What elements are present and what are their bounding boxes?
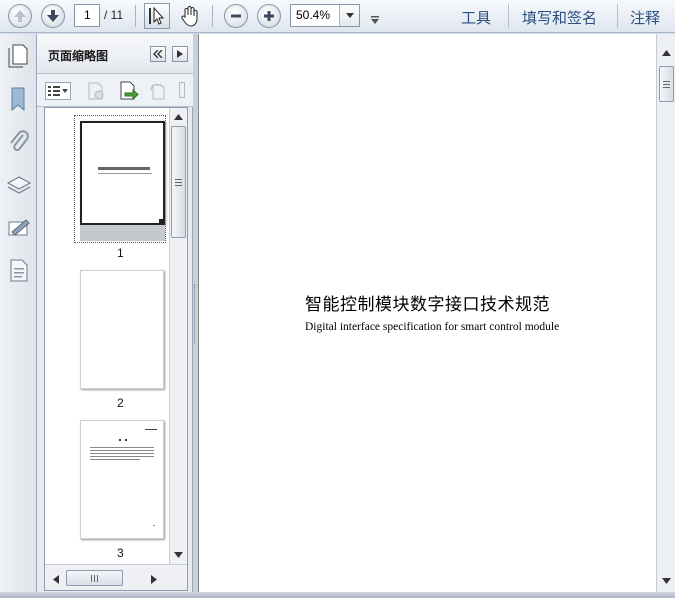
next-page-button[interactable] (41, 4, 65, 28)
rotate-page-icon (150, 84, 165, 100)
scroll-up-icon[interactable] (174, 114, 183, 120)
zoom-in-icon (264, 11, 274, 21)
panel-title: 页面缩略图 (48, 49, 109, 63)
zoom-out-icon (231, 14, 241, 18)
toolbar-divider (135, 5, 136, 27)
page-icon (10, 259, 28, 282)
layers-nav-button[interactable] (6, 172, 32, 198)
thumb-title-line (98, 167, 150, 170)
list-options-icon (48, 86, 68, 96)
zoom-select[interactable]: 50.4% (290, 4, 360, 27)
document-title: 智能控制模块数字接口技术规范 (305, 295, 550, 315)
thumb-dot (119, 439, 121, 441)
thumbnail-label: 1 (117, 246, 124, 260)
thumbnail-page-1[interactable] (80, 121, 165, 225)
more-tools-button[interactable] (179, 82, 185, 98)
select-tool-button[interactable] (144, 3, 170, 29)
top-toolbar: 1 / 11 50.4% 工具 填写和签名 注释 (0, 0, 675, 33)
hand-tool-icon (181, 6, 198, 27)
scroll-right-icon[interactable] (151, 575, 157, 584)
thumbnails-nav-button[interactable] (7, 42, 29, 68)
zoom-value: 50.4% (296, 8, 331, 22)
page-properties-nav-button[interactable] (8, 257, 30, 283)
horizontal-scroll-thumb[interactable] (66, 570, 123, 586)
delete-page-icon (88, 82, 104, 100)
thumbnail-viewport-overlay (80, 225, 165, 241)
comment-button[interactable]: 注释 (630, 7, 660, 28)
document-scroll-thumb[interactable] (659, 66, 674, 102)
toolbar-divider (508, 4, 509, 28)
bookmark-icon (11, 87, 25, 112)
panel-toolbar (37, 74, 193, 107)
toolbar-divider (617, 4, 618, 28)
insert-page-button[interactable] (117, 80, 139, 106)
next-page-icon (47, 10, 59, 22)
thumb-text-line (90, 459, 140, 460)
hand-tool-button[interactable] (178, 4, 202, 28)
collapse-panel-button[interactable] (150, 46, 166, 62)
chevron-right-icon (177, 50, 183, 58)
bookmarks-nav-button[interactable] (8, 86, 28, 112)
thumb-dot (125, 439, 127, 441)
scroll-down-icon[interactable] (174, 552, 183, 558)
insert-page-icon (120, 81, 139, 101)
attachment-icon (10, 130, 29, 151)
document-vertical-scrollbar[interactable] (656, 34, 675, 592)
tools-button[interactable]: 工具 (461, 7, 491, 28)
chevron-down-icon[interactable] (339, 5, 359, 26)
signatures-nav-button[interactable] (6, 216, 32, 240)
thumb-subtitle-line (98, 173, 152, 174)
layers-icon (6, 176, 32, 194)
page-number-input[interactable]: 1 (74, 4, 100, 27)
thumb-text-line (90, 447, 154, 448)
thumbnail-page-3[interactable] (80, 420, 164, 539)
options-menu-button[interactable] (45, 82, 71, 100)
thumbnail-label: 2 (117, 396, 124, 410)
scroll-down-icon[interactable] (662, 578, 671, 584)
attachments-nav-button[interactable] (8, 129, 30, 155)
document-subtitle: Digital interface specification for smar… (305, 321, 560, 333)
select-tool-icon (149, 6, 165, 25)
thumb-footer-mark (153, 525, 155, 526)
document-view[interactable]: 智能控制模块数字接口技术规范 Digital interface specifi… (198, 34, 656, 592)
expand-panel-button[interactable] (172, 46, 188, 62)
thumbnail-scroll-thumb[interactable] (171, 126, 186, 238)
thumb-text-line (90, 450, 154, 451)
page-total: / 11 (104, 8, 124, 22)
window-bottom-edge (0, 592, 675, 598)
navigation-strip (0, 34, 37, 592)
double-chevron-left-icon (153, 50, 163, 58)
zoom-out-button[interactable] (224, 4, 248, 28)
thumbnail-list[interactable]: 1 2 3 (44, 107, 188, 591)
thumb-header-line (145, 429, 157, 430)
dropdown-arrow-icon (371, 16, 379, 24)
scroll-left-icon[interactable] (53, 575, 59, 584)
fill-sign-button[interactable]: 填写和签名 (522, 7, 597, 28)
thumbnails-panel: 页面缩略图 1 2 3 (37, 34, 193, 592)
thumbnail-vertical-scrollbar[interactable] (169, 108, 187, 564)
toolbar-divider (212, 5, 213, 27)
prev-page-icon (14, 10, 26, 22)
thumbnail-label: 3 (117, 546, 124, 560)
thumb-text-line (90, 456, 154, 457)
signature-icon (8, 219, 30, 236)
rotate-page-button[interactable] (148, 81, 168, 105)
delete-page-button[interactable] (86, 81, 106, 105)
zoom-in-button[interactable] (257, 4, 281, 28)
thumb-text-line (90, 453, 154, 454)
panel-header: 页面缩略图 (37, 34, 193, 74)
thumbnail-page-2[interactable] (80, 270, 164, 389)
pages-icon (8, 44, 28, 68)
prev-page-button[interactable] (8, 4, 32, 28)
thumbnail-horizontal-scrollbar[interactable] (45, 564, 187, 590)
scroll-up-icon[interactable] (662, 50, 671, 56)
toolbar-options-button[interactable] (370, 10, 380, 29)
